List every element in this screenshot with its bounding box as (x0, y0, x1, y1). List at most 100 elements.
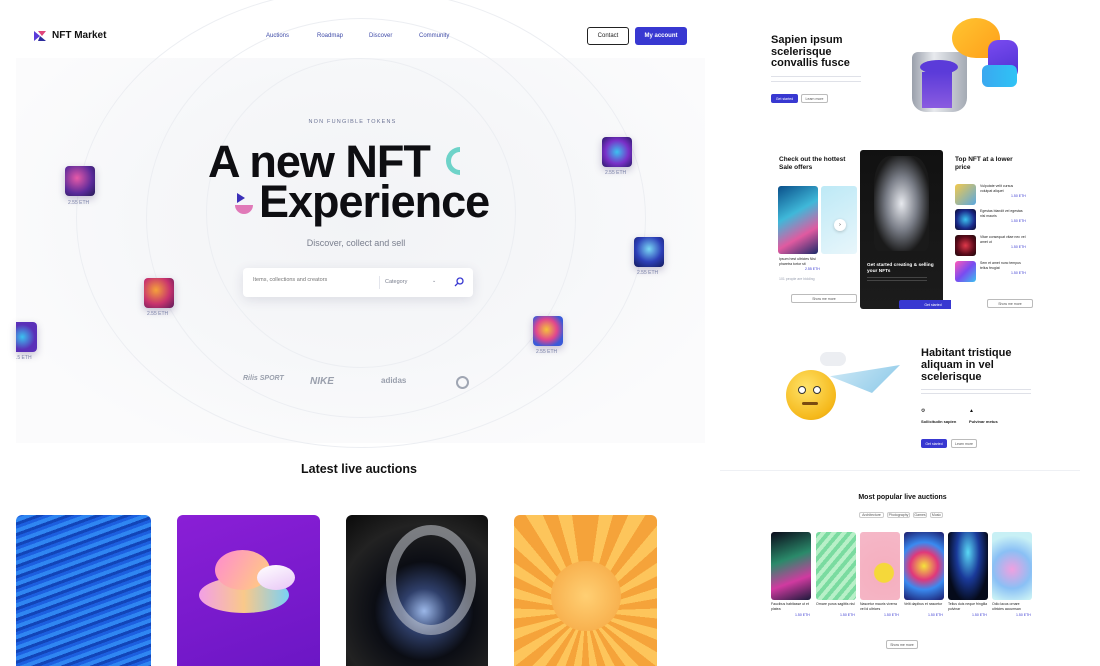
promo2-get-started-button[interactable]: Get started (921, 439, 947, 448)
search-icon[interactable] (454, 277, 464, 287)
brand-logo[interactable]: NFT Market (34, 30, 106, 41)
nft-price: 2.55 ETH (68, 200, 90, 206)
popular-nft-image[interactable] (860, 532, 900, 600)
top-nft-name: Sem et amet nunc tempus tellus feugiat (980, 261, 1021, 270)
popular-nft-name: Velit dapibus et nascetur (904, 602, 943, 606)
top-nft-thumb[interactable] (955, 184, 976, 205)
create-nft-desc-placeholder (867, 277, 927, 282)
top-nft-thumb[interactable] (955, 235, 976, 256)
popular-nft-image[interactable] (992, 532, 1032, 600)
auction-card[interactable] (514, 515, 657, 666)
top-nft-price: 1.50 ETH (1011, 194, 1026, 198)
promo1-learn-more-button[interactable]: Learn more (801, 94, 828, 103)
carousel-next-button[interactable]: › (834, 219, 846, 231)
nft-price: 2.55 ETH (605, 170, 627, 176)
popular-nft-name: Tellus duis neque fringilla pulvinar (948, 602, 988, 611)
popular-show-more-button[interactable]: Show me more (886, 640, 918, 649)
promo1-desc-placeholder (771, 76, 861, 86)
popular-nft-image[interactable] (771, 532, 811, 600)
feature2-icon: ▲ (969, 408, 974, 414)
popular-nft-name: Ornare purus sagittis nisl (816, 602, 855, 606)
top-nft-show-more-button[interactable]: Show me more (987, 299, 1033, 308)
search-input[interactable] (253, 277, 373, 283)
promo1-title: Sapien ipsum scelerisque convallis fusce (771, 34, 850, 69)
popular-nft-name: Odio lacus ornare ultricies accumsan (992, 602, 1021, 611)
sale-item-price: 2.55 ETH (805, 267, 820, 271)
popular-nft-image[interactable] (816, 532, 856, 600)
nav-auctions[interactable]: Auctions (266, 33, 289, 39)
auction-card[interactable] (16, 515, 151, 666)
hero-background (16, 0, 705, 448)
hero-eyebrow: NON FUNGIBLE TOKENS (308, 119, 397, 125)
search-bar: Category ⌄ (243, 268, 473, 297)
top-nft-price: 1.50 ETH (1011, 245, 1026, 249)
top-nft-thumb[interactable] (955, 261, 976, 282)
search-divider (379, 276, 380, 289)
brand-rilis: Rilis SPORT (243, 375, 284, 382)
sale-item-title: Ipsum hest ultricies Nisi pharetra torto… (779, 257, 816, 266)
sale-offers-title: Check out the hottest Sale offers (779, 156, 846, 171)
floating-nft[interactable] (533, 316, 563, 346)
promo2-title: Habitant tristique aliquam in vel sceler… (921, 347, 1012, 383)
feature1-label: Sollicitudin sapien (921, 419, 957, 424)
category-select[interactable]: Category (385, 279, 407, 285)
popular-nft-price: 1.50 ETH (928, 613, 943, 617)
promo2-learn-more-button[interactable]: Learn more (951, 439, 977, 448)
popular-nft-price: 1.50 ETH (972, 613, 987, 617)
feature2-label: Pulvinar metus (969, 419, 998, 424)
brand-name: NFT Market (52, 30, 107, 41)
sale-show-more-button[interactable]: Show me more (791, 294, 857, 303)
nav-community[interactable]: Community (419, 33, 449, 39)
popular-nft-name: Nascetur mauris viverra vel id ultrices (860, 602, 897, 611)
nft-price: 2.55 ETH (637, 270, 659, 276)
popular-nft-name: Faucibus habitasse ut et platea (771, 602, 809, 611)
popular-nft-price: 1.50 ETH (795, 613, 810, 617)
sale-nft-image[interactable] (778, 186, 818, 254)
paint-bucket-illustration (912, 52, 967, 112)
popular-nft-image[interactable] (904, 532, 944, 600)
logo-icon (34, 30, 46, 41)
auction-card[interactable] (346, 515, 488, 666)
popular-title: Most popular live auctions (858, 494, 947, 501)
feature1-icon: ⚙ (921, 408, 926, 414)
floating-nft[interactable] (16, 322, 37, 352)
latest-auctions-title: Latest live auctions (300, 462, 417, 476)
top-nft-thumb[interactable] (955, 209, 976, 230)
floating-nft[interactable] (602, 137, 632, 167)
emoji-illustration (786, 370, 836, 420)
nav-roadmap[interactable]: Roadmap (317, 33, 343, 39)
top-nft-price: 1.50 ETH (1011, 219, 1026, 223)
promo-section-1: Sapien ipsum scelerisque convallis fusce… (770, 18, 1040, 120)
section-divider (720, 470, 1080, 471)
popular-auctions-section: Most popular live auctions Architecture … (765, 480, 1040, 660)
nav-discover[interactable]: Discover (369, 33, 392, 39)
popular-nft-image[interactable] (948, 532, 988, 600)
popular-nft-price: 1.50 ETH (840, 613, 855, 617)
chevron-down-icon[interactable]: ⌄ (432, 278, 436, 284)
auction-card[interactable] (177, 515, 320, 666)
top-nft-price: 1.50 ETH (1011, 271, 1026, 275)
floating-nft[interactable] (144, 278, 174, 308)
brand-emblem-icon (456, 376, 469, 389)
brand-nike: NIKE (310, 376, 334, 387)
contact-button[interactable]: Contact (587, 27, 629, 45)
top-nft-name: Egestas blandit vel egestas nisl mauris (980, 209, 1023, 218)
filter-architecture[interactable]: Architecture (859, 512, 884, 518)
popular-nft-price: 1.50 ETH (884, 613, 899, 617)
my-account-button[interactable]: My account (635, 27, 687, 45)
filter-music[interactable]: Music (930, 512, 943, 518)
sale-offers-panel: Check out the hottest Sale offers › Ipsu… (771, 151, 859, 311)
top-nft-title: Top NFT at a lower price (955, 156, 1013, 171)
filter-games[interactable]: Games (913, 512, 927, 518)
brand-adidas: adidas (381, 376, 407, 385)
floating-nft[interactable] (634, 237, 664, 267)
nft-price: .5 ETH (16, 355, 32, 361)
promo1-get-started-button[interactable]: Get started (771, 94, 798, 103)
landing-page: NFT Market Auctions Roadmap Discover Com… (0, 0, 705, 666)
filter-photography[interactable]: Photography (887, 512, 910, 518)
hero-decor-shape (235, 193, 255, 215)
paper-plane-illustration (830, 365, 900, 393)
chrome-hand-image (874, 156, 929, 251)
floating-nft[interactable] (65, 166, 95, 196)
promo2-desc-placeholder (921, 389, 1031, 396)
